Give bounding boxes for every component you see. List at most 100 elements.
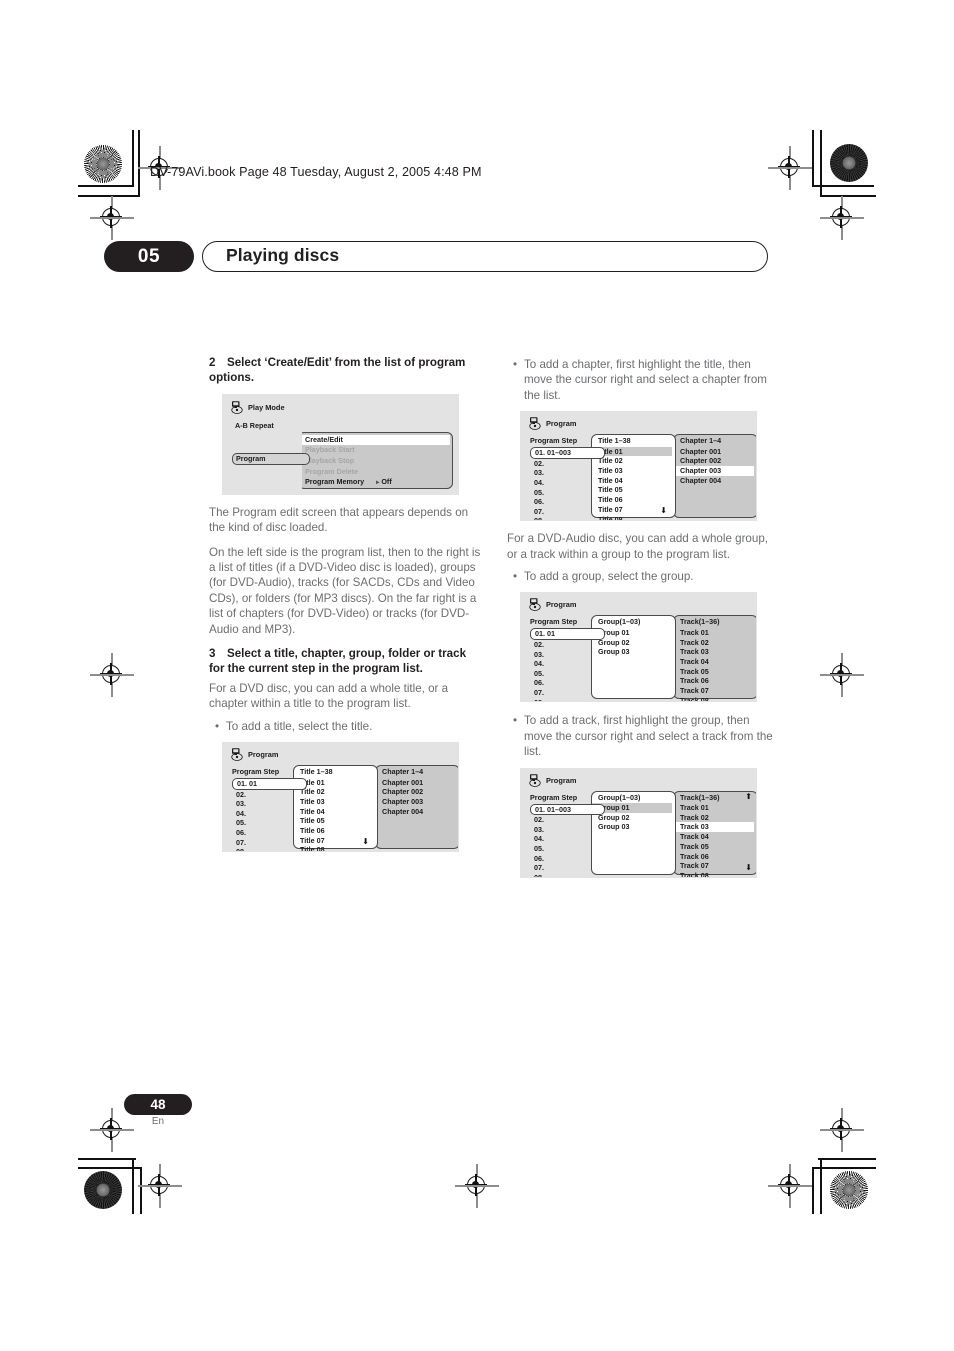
crop-line — [78, 185, 134, 187]
track-item[interactable]: Track 05 — [674, 667, 756, 677]
option-label: Program Memory — [305, 477, 365, 487]
step-3-number: 3 — [209, 647, 216, 661]
group-item[interactable]: Group 03 — [592, 647, 675, 657]
chapter-item-selected[interactable]: Chapter 003 — [674, 466, 754, 476]
title-item[interactable]: Title 02 — [592, 456, 675, 466]
group-column-header: Group(1–03) — [598, 792, 641, 802]
title-column-header: Title 1–38 — [598, 436, 631, 446]
play-mode-osd-screenshot: Play Mode Create/Edit Playback Start Pla… — [222, 393, 459, 495]
disc-screen-icon — [231, 748, 243, 761]
scroll-up-arrow-icon[interactable]: ⬆ — [745, 792, 752, 801]
track-item[interactable]: Track 06 — [674, 676, 756, 686]
chapter-number-badge: 05 — [104, 241, 194, 272]
crop-line — [820, 1158, 822, 1214]
track-item[interactable]: Track 08 — [674, 871, 756, 877]
group-column: Group(1–03) Group 01 Group 02 Group 03 — [591, 615, 676, 700]
crosshair-mark — [820, 653, 864, 697]
track-item[interactable]: Track 02 — [674, 813, 756, 823]
title-item[interactable]: Title 03 — [294, 797, 377, 807]
program-osd-title-screenshot: Program Chapter 1–4 Chapter 001 Chapter … — [222, 742, 459, 853]
chapter-item[interactable]: Chapter 002 — [674, 456, 756, 466]
program-step-row-selected[interactable]: 01. 01–003 — [530, 447, 605, 459]
chapter-item[interactable]: Chapter 002 — [376, 787, 458, 797]
crop-line — [132, 130, 134, 186]
track-item[interactable]: Track 02 — [674, 638, 756, 648]
track-item[interactable]: Track 04 — [674, 832, 756, 842]
book-file-header: DV-79AVi.book Page 48 Tuesday, August 2,… — [150, 165, 482, 179]
title-item[interactable]: Title 02 — [294, 787, 377, 797]
chapter-column: Chapter 1–4 Chapter 001 Chapter 002 Chap… — [673, 434, 756, 519]
program-step-row-selected[interactable]: 01. 01–003 — [530, 803, 605, 816]
crop-line — [820, 195, 876, 197]
program-step-label: Program Step — [530, 792, 578, 802]
chapter-column-header: Chapter 1–4 — [382, 767, 424, 777]
scroll-down-arrow-icon[interactable]: ⬇ — [362, 838, 369, 846]
step-3-text: Select a title, chapter, group, folder o… — [209, 647, 467, 676]
group-item[interactable]: Group 03 — [592, 822, 675, 832]
osd-title: Program — [546, 775, 577, 785]
track-item[interactable]: Track 04 — [674, 657, 756, 667]
play-mode-option-playback-stop: Playback Stop — [299, 456, 452, 467]
left-column: 2 Select ‘Create/Edit’ from the list of p… — [209, 355, 482, 853]
track-item[interactable]: Track 06 — [674, 852, 756, 862]
page-number-badge: 48 — [124, 1094, 192, 1115]
step-3-heading: 3 Select a title, chapter, group, folder … — [209, 646, 482, 677]
title-item[interactable]: Title 04 — [592, 476, 675, 486]
scroll-down-arrow-icon[interactable]: ⬇ — [745, 863, 752, 872]
play-mode-submenu-panel: Create/Edit Playback Start Playback Stop… — [298, 431, 453, 489]
title-item[interactable]: Title 04 — [294, 807, 377, 817]
chapter-item[interactable]: Chapter 004 — [376, 807, 458, 817]
play-mode-option-program-memory[interactable]: Program Memory ▸ Off — [299, 477, 452, 489]
crosshair-mark — [820, 196, 864, 240]
title-column: Title 1–38 Title 01 Title 02 Title 03 Ti… — [293, 765, 378, 851]
bullet-list-chapter: To add a chapter, first highlight the ti… — [507, 357, 780, 403]
track-item[interactable]: Track 03 — [674, 647, 756, 657]
chapter-item[interactable]: Chapter 004 — [674, 476, 756, 486]
group-item[interactable]: Group 02 — [592, 638, 675, 648]
disc-screen-icon — [231, 401, 243, 414]
chapter-column-header: Chapter 1–4 — [680, 436, 722, 446]
group-column-header: Group(1–03) — [598, 617, 641, 627]
play-mode-item-program[interactable]: Program — [232, 452, 310, 466]
play-mode-item-ab-repeat[interactable]: A-B Repeat — [232, 421, 312, 432]
chapter-column: Chapter 1–4 Chapter 001 Chapter 002 Chap… — [375, 765, 458, 850]
track-item[interactable]: Track 05 — [674, 842, 756, 852]
crosshair-mark — [768, 1164, 812, 1208]
disc-screen-icon — [529, 598, 541, 612]
bullet-add-chapter: To add a chapter, first highlight the ti… — [513, 357, 780, 403]
track-column: Track(1–36) Track 01 Track 02 Track 03 T… — [673, 615, 756, 701]
program-step-row-selected[interactable]: 01. 01 — [530, 628, 605, 641]
play-mode-option-create-edit[interactable]: Create/Edit — [301, 434, 450, 446]
paragraph-dvd-audio: For a DVD-Audio disc, you can add a whol… — [507, 532, 769, 561]
paragraph-list-layout: On the left side is the program list, th… — [209, 545, 481, 636]
title-item[interactable]: Title 06 — [592, 495, 675, 505]
program-step-row-selected[interactable]: 01. 01 — [232, 778, 307, 790]
option-label: Playback Start — [305, 445, 355, 455]
group-item[interactable]: Group 02 — [592, 813, 675, 823]
option-value: Off — [381, 477, 392, 487]
crosshair-mark — [768, 146, 812, 190]
scroll-down-arrow-icon[interactable]: ⬇ — [660, 507, 667, 515]
title-item[interactable]: Title 08 — [294, 845, 377, 851]
crop-line — [818, 1158, 876, 1160]
step-2-heading: 2 Select ‘Create/Edit’ from the list of p… — [209, 355, 482, 386]
chapter-item[interactable]: Chapter 003 — [376, 797, 458, 807]
title-item[interactable]: Title 05 — [592, 485, 675, 495]
track-item[interactable]: Track 08 — [674, 696, 756, 702]
crop-line — [812, 1167, 814, 1214]
chapter-item[interactable]: Chapter 001 — [674, 447, 756, 457]
title-item[interactable]: Title 06 — [294, 826, 377, 836]
osd-title: Program — [546, 600, 577, 610]
rosette-mark-bottom-right — [830, 1171, 868, 1209]
track-item[interactable]: Track 01 — [674, 628, 756, 638]
chapter-item[interactable]: Chapter 001 — [376, 778, 458, 788]
track-item-selected[interactable]: Track 03 — [674, 822, 754, 833]
track-item[interactable]: Track 07 — [674, 686, 756, 696]
track-column: Track(1–36) Track 01 Track 02 Track 03 T… — [673, 790, 756, 877]
track-item[interactable]: Track 01 — [674, 803, 756, 813]
title-column-header: Title 1–38 — [300, 767, 333, 777]
title-item[interactable]: Title 03 — [592, 466, 675, 476]
title-item[interactable]: Title 08 — [592, 515, 675, 521]
title-item[interactable]: Title 05 — [294, 816, 377, 826]
bullet-list-title: To add a title, select the title. — [209, 719, 482, 735]
